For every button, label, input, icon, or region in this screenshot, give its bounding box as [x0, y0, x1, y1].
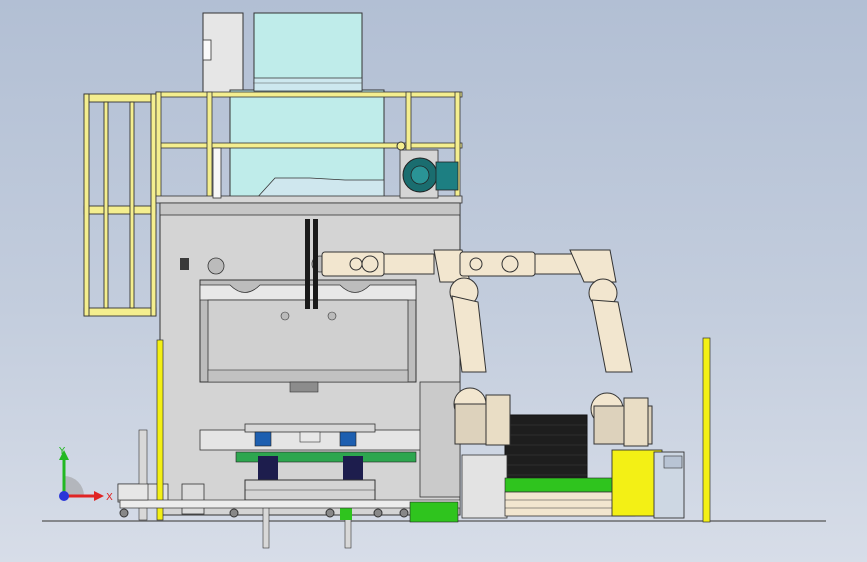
light-curtain-post-right — [702, 337, 711, 523]
yellow-control-cabinet[interactable] — [611, 449, 685, 519]
side-ladder-cage[interactable] — [83, 93, 157, 317]
coordinate-triad: Y X — [58, 446, 113, 503]
triad-y-label: Y — [58, 446, 66, 457]
cad-viewport[interactable]: Y X — [0, 0, 867, 562]
light-curtain-post-left — [156, 339, 164, 521]
motor-unit[interactable] — [396, 141, 459, 199]
triad-z-dot — [59, 491, 69, 501]
floor-rail — [119, 499, 461, 509]
guard-bar — [305, 219, 310, 309]
hopper-tank[interactable] — [202, 12, 385, 203]
guard-bar — [313, 219, 318, 309]
hydraulic-press[interactable] — [117, 202, 461, 516]
press-line-assembly — [42, 12, 826, 549]
triad-x-arrow — [94, 491, 104, 501]
triad-x-label: X — [106, 492, 113, 503]
